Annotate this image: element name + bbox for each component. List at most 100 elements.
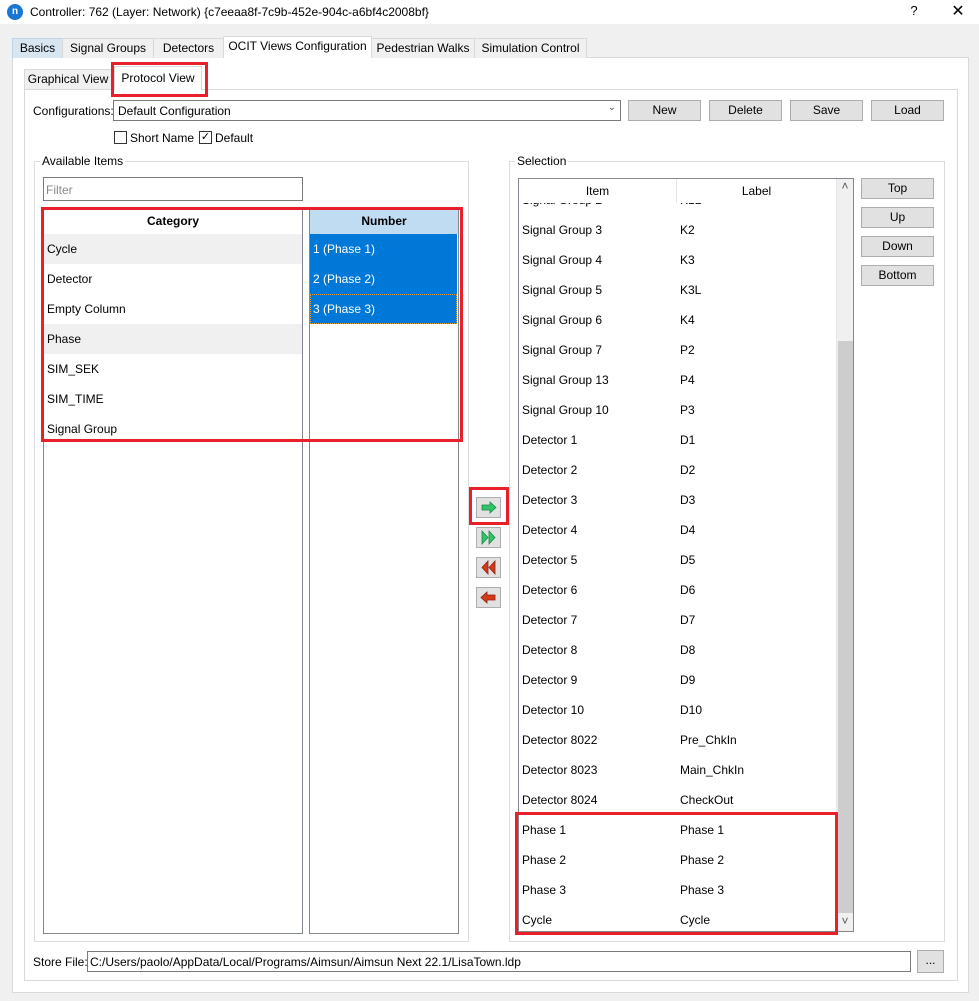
arrow-right-icon [481, 501, 497, 514]
configurations-dropdown[interactable]: Default Configuration ⌄ [113, 100, 621, 121]
selection-label: D9 [680, 673, 696, 687]
delete-button[interactable]: Delete [709, 100, 782, 121]
short-name-label: Short Name [130, 131, 195, 145]
selection-row[interactable]: Detector 4 D4 [519, 515, 835, 545]
category-item[interactable]: SIM_TIME [44, 384, 302, 414]
selection-row[interactable]: Signal Group 6 K4 [519, 305, 835, 335]
add-all-button[interactable] [476, 527, 501, 548]
selection-row[interactable]: Phase 1 Phase 1 [519, 815, 835, 845]
selection-row[interactable]: Cycle Cycle [519, 905, 835, 931]
selection-label: Pre_ChkIn [680, 733, 737, 747]
selection-row[interactable]: Detector 7 D7 [519, 605, 835, 635]
selection-item: Detector 2 [522, 463, 578, 477]
tab-basics[interactable]: Basics [12, 38, 63, 58]
selection-row[interactable]: Detector 8 D8 [519, 635, 835, 665]
label-column-header[interactable]: Label [677, 179, 836, 203]
item-column-header[interactable]: Item [519, 179, 677, 203]
double-arrow-right-icon [481, 529, 496, 546]
category-header: Category [146, 214, 199, 228]
category-item[interactable]: Detector [44, 264, 302, 294]
selection-row[interactable]: Detector 3 D3 [519, 485, 835, 515]
short-name-checkbox[interactable] [114, 131, 127, 144]
selection-row[interactable]: Detector 8024 CheckOut [519, 785, 835, 815]
arrow-left-icon [480, 591, 496, 604]
number-item[interactable]: 1 (Phase 1) [310, 234, 457, 264]
store-file-input[interactable]: C:/Users/paolo/AppData/Local/Programs/Ai… [87, 951, 911, 972]
selection-item: Detector 9 [522, 673, 578, 687]
selection-item: Signal Group 10 [522, 403, 609, 417]
help-button[interactable]: ? [906, 3, 922, 18]
save-button[interactable]: Save [790, 100, 863, 121]
selection-row[interactable]: Signal Group 3 K2 [519, 215, 835, 245]
subtab-graphical-view[interactable]: Graphical View [24, 69, 112, 89]
number-list[interactable]: Number 1 (Phase 1) 2 (Phase 2) 3 (Phase 3) [309, 208, 459, 934]
selection-row[interactable]: Detector 9 D9 [519, 665, 835, 695]
selection-row[interactable]: Detector 5 D5 [519, 545, 835, 575]
selection-row[interactable]: Signal Group 13 P4 [519, 365, 835, 395]
selection-row[interactable]: Phase 3 Phase 3 [519, 875, 835, 905]
scroll-up-icon[interactable]: ˄ [837, 179, 853, 196]
store-file-value: C:/Users/paolo/AppData/Local/Programs/Ai… [90, 955, 521, 969]
selection-row[interactable]: Signal Group 10 P3 [519, 395, 835, 425]
tab-ocit-views-configuration[interactable]: OCIT Views Configuration [223, 36, 372, 58]
filter-input[interactable]: Filter [43, 177, 303, 201]
selection-row[interactable]: Signal Group 4 K3 [519, 245, 835, 275]
scroll-down-icon[interactable]: ˅ [837, 914, 853, 931]
move-top-button[interactable]: Top [861, 178, 934, 199]
selection-row[interactable]: Detector 8022 Pre_ChkIn [519, 725, 835, 755]
selection-item: Signal Group 4 [522, 253, 603, 267]
remove-all-button[interactable] [476, 557, 501, 578]
selection-label: K3L [680, 283, 702, 297]
tab-simulation-control[interactable]: Simulation Control [474, 38, 587, 58]
selection-row[interactable]: Detector 1 D1 [519, 425, 835, 455]
selection-label: Phase 1 [680, 823, 725, 837]
selection-item: Detector 1 [522, 433, 578, 447]
selection-row[interactable]: Detector 10 D10 [519, 695, 835, 725]
category-item[interactable]: SIM_SEK [44, 354, 302, 384]
number-item[interactable]: 3 (Phase 3) [310, 294, 457, 324]
add-selected-button[interactable] [476, 497, 501, 518]
scrollbar-thumb[interactable] [838, 341, 853, 913]
move-up-button[interactable]: Up [861, 207, 934, 228]
available-items-title: Available Items [40, 154, 126, 168]
number-header: Number [310, 209, 458, 234]
default-label: Default [215, 131, 254, 145]
checkmark-icon: ✓ [200, 131, 211, 143]
category-item[interactable]: Signal Group [44, 414, 302, 444]
selection-row[interactable]: Signal Group 7 P2 [519, 335, 835, 365]
selection-label: P4 [680, 373, 695, 387]
move-down-button[interactable]: Down [861, 236, 934, 257]
selection-row[interactable]: Signal Group 5 K3L [519, 275, 835, 305]
tab-detectors[interactable]: Detectors [153, 38, 224, 58]
tab-signal-groups[interactable]: Signal Groups [62, 38, 154, 58]
category-item[interactable]: Phase [44, 324, 302, 354]
remove-selected-button[interactable] [476, 587, 501, 608]
selection-row[interactable]: Detector 2 D2 [519, 455, 835, 485]
selection-row[interactable]: Detector 6 D6 [519, 575, 835, 605]
selection-label: Main_ChkIn [680, 763, 745, 777]
selection-item: Detector 7 [522, 613, 578, 627]
selection-label: CheckOut [680, 793, 734, 807]
close-button[interactable]: ✕ [948, 1, 968, 21]
browse-button[interactable]: ... [917, 950, 944, 973]
selection-item: Detector 8023 [522, 763, 598, 777]
category-list[interactable]: Category Cycle Detector Empty Column Phase S… [43, 208, 303, 934]
subtab-protocol-view[interactable]: Protocol View [114, 66, 202, 90]
configurations-label: Configurations: [33, 104, 114, 118]
number-item[interactable]: 2 (Phase 2) [310, 264, 457, 294]
selection-item: Detector 8 [522, 643, 578, 657]
tab-pedestrian-walks[interactable]: Pedestrian Walks [371, 38, 475, 58]
double-arrow-left-icon [481, 559, 496, 576]
new-button[interactable]: New [628, 100, 701, 121]
selection-label: K3 [680, 253, 695, 267]
selection-row[interactable]: Phase 2 Phase 2 [519, 845, 835, 875]
load-button[interactable]: Load [871, 100, 944, 121]
move-bottom-button[interactable]: Bottom [861, 265, 934, 286]
selection-title: Selection [515, 154, 569, 168]
selection-scrollbar[interactable]: ˄ ˅ [836, 179, 853, 931]
selection-row[interactable]: Detector 8023 Main_ChkIn [519, 755, 835, 785]
selection-table[interactable]: Signal Group 2K1LSignal Group 3K2Signal … [518, 178, 854, 932]
category-item[interactable]: Cycle [44, 234, 302, 264]
default-checkbox[interactable]: ✓ [199, 131, 212, 144]
category-item[interactable]: Empty Column [44, 294, 302, 324]
